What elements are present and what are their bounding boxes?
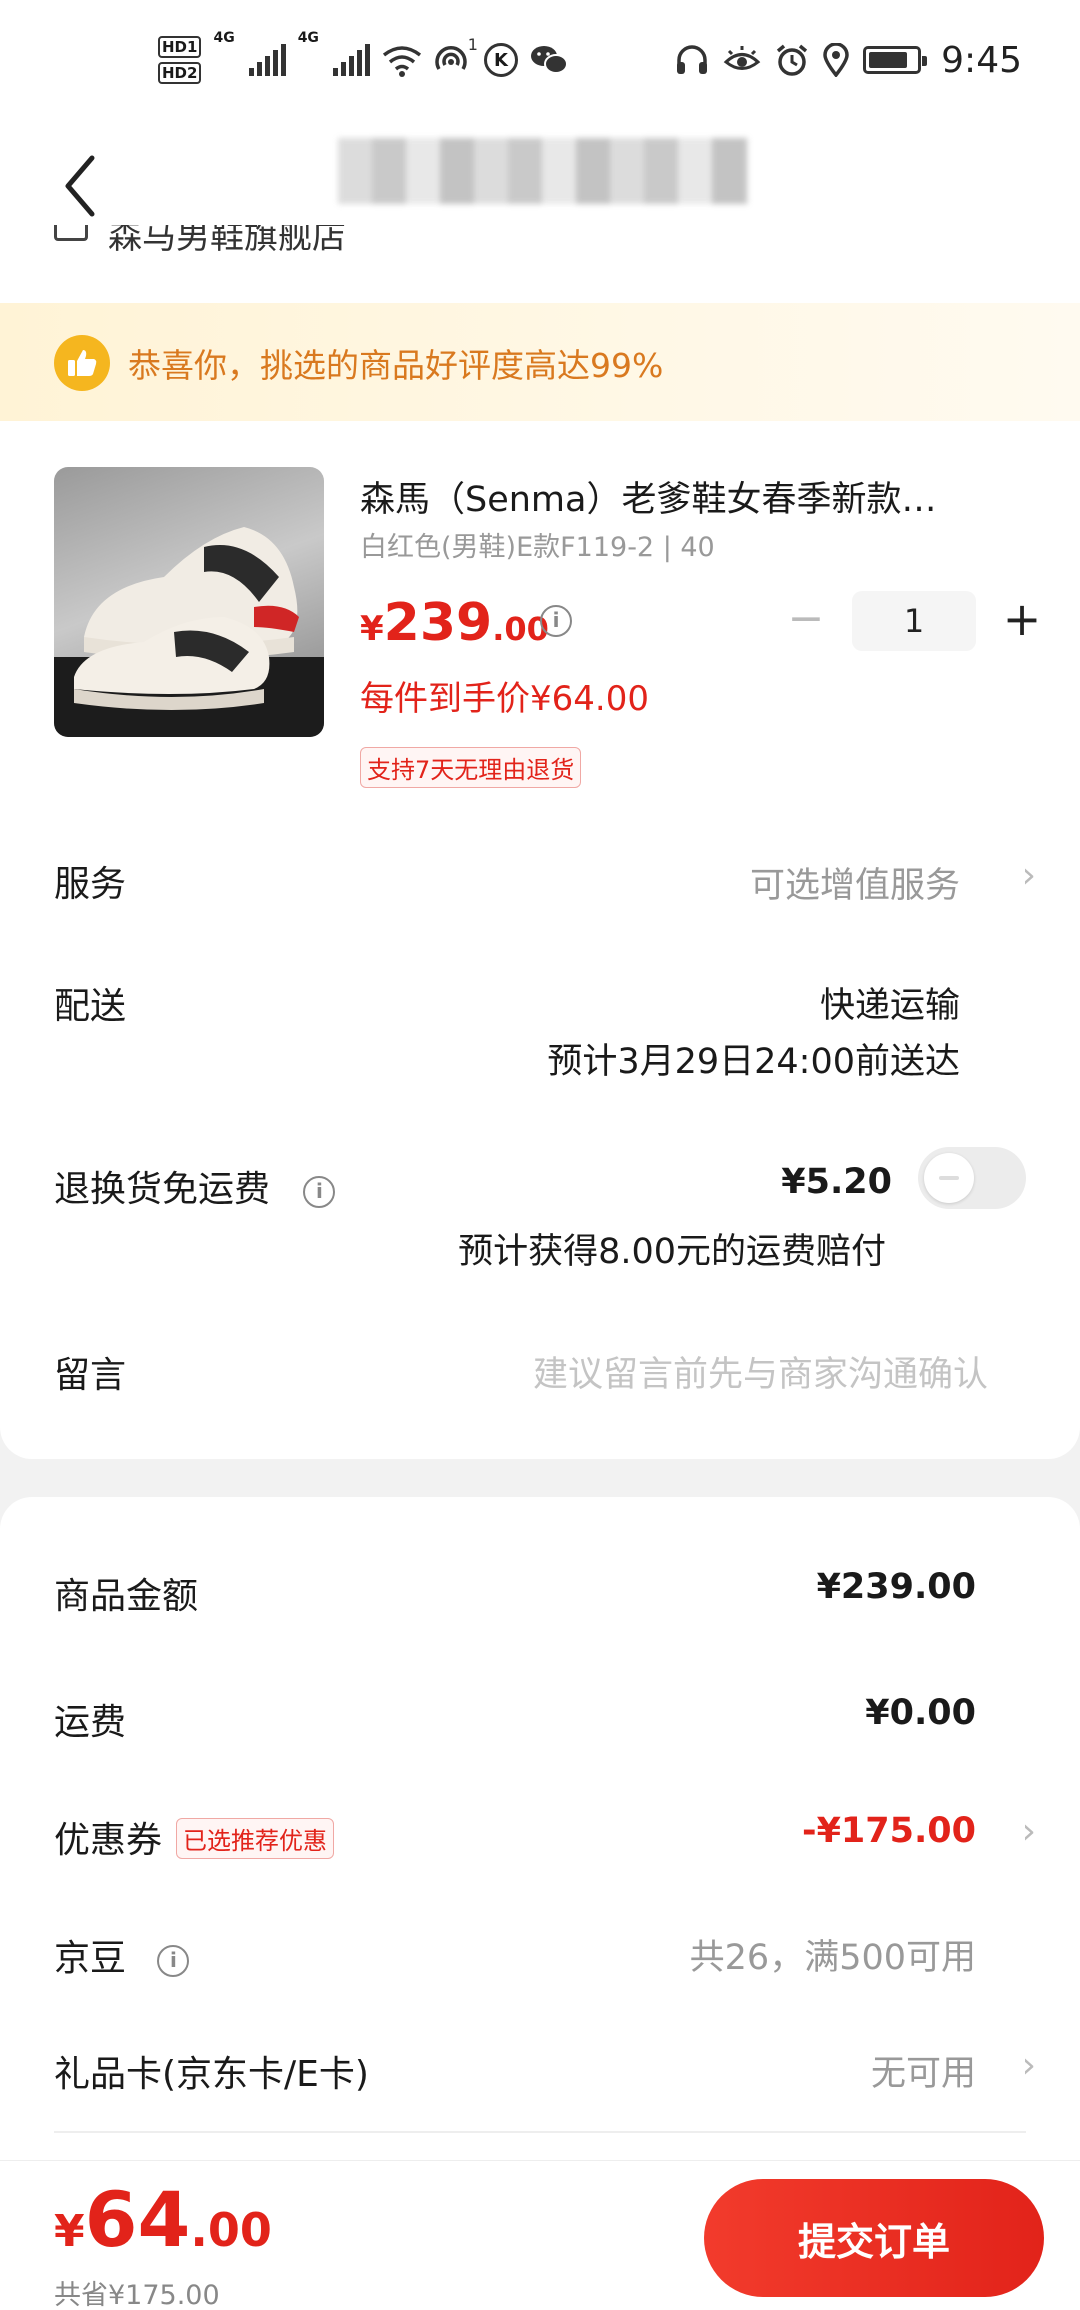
wifi-icon [382,46,421,77]
jingdou-label-text: 京豆 [54,1938,127,1979]
return-shipping-price: ¥5.20 [781,1162,892,1202]
hd1-icon: HD1 [158,36,202,58]
service-chevron-right-icon[interactable]: › [1022,855,1036,896]
hotspot-count: 1 [467,35,478,54]
return-shipping-label: 退换货免运费 i [54,1160,336,1212]
divider [54,2131,1026,2133]
store-header[interactable]: 森马男鞋旗舰店 [0,225,1080,303]
product-title[interactable]: 森馬（Senma）老爹鞋女春季新款… [360,471,1000,522]
delivery-eta: 预计3月29日24:00前送达 [547,1042,960,1082]
coupon-label: 优惠券 已选推荐优惠 [54,1811,335,1863]
battery-level-fill [869,52,908,68]
signal-icon-2 [332,44,370,76]
order-confirm-screen: HD1 HD2 4G 4G 1 K 9:45 森马男鞋旗舰店 恭喜你，挑选的商品… [0,0,1080,2310]
jingdou-label: 京豆 i [54,1929,190,1981]
battery-icon [863,46,928,74]
service-value[interactable]: 可选增值服务 [750,857,960,908]
product-price: ¥239.00 [360,593,549,653]
eye-comfort-icon [723,46,761,70]
signal-icon [248,44,286,76]
delivery-label: 配送 [54,986,127,1027]
product-sku[interactable]: 白红色(男鞋)E款F119-2 | 40 [360,525,715,564]
return-shipping-toggle[interactable] [918,1147,1026,1209]
giftcard-value[interactable]: 无可用 [871,2045,976,2096]
message-label: 留言 [54,1355,127,1396]
submit-order-button[interactable]: 提交订单 [704,2179,1044,2297]
location-icon [823,43,849,77]
return-shipping-note: 预计获得8.00元的运费赔付 [458,1232,886,1272]
price-integer: 239 [383,593,493,653]
product-image[interactable] [54,467,324,737]
total-saved: 共省¥175.00 [54,2280,220,2310]
coupon-value[interactable]: -¥175.00 [802,1811,976,1851]
goods-amount-label: 商品金额 [54,1576,199,1617]
price-summary-card: 商品金额 ¥239.00 运费 ¥0.00 优惠券 已选推荐优惠 -¥175.00… [0,1497,1080,2197]
goods-amount-value: ¥239.00 [816,1567,976,1607]
k-app-icon: K [483,43,518,77]
giftcard-chevron-right-icon[interactable]: › [1022,2045,1036,2086]
wechat-icon [530,46,568,74]
price-currency: ¥ [360,609,384,649]
alarm-icon [777,44,808,76]
toggle-knob [924,1153,974,1203]
checkout-bar: ¥64.00 共省¥175.00 提交订单 [0,2160,1080,2310]
hotspot-icon: 1 [434,35,478,77]
jingdou-value: 共26，满500可用 [689,1938,976,1978]
back-chevron-left-icon[interactable] [56,146,106,226]
return-policy-tag: 支持7天无理由退货 [360,747,582,788]
banner-text: 恭喜你，挑选的商品好评度高达99% [128,346,664,385]
coupon-label-text: 优惠券 [54,1820,163,1861]
headphones-icon [677,45,708,74]
quantity-minus-button[interactable]: − [786,591,826,651]
total-price: ¥64.00 [54,2175,272,2264]
total-integer: 64 [84,2175,191,2264]
network-type-label: 4G [213,30,235,46]
hd-icons: HD1 HD2 [158,36,202,84]
freight-value: ¥0.00 [865,1693,976,1733]
message-input[interactable]: 建议留言前先与商家沟通确认 [533,1346,988,1397]
status-bar: HD1 HD2 4G 4G 1 K 9:45 [0,0,1080,120]
return-shipping-label-text: 退换货免运费 [54,1169,271,1210]
coupon-selected-tag: 已选推荐优惠 [176,1817,335,1859]
return-shipping-info-icon[interactable]: i [303,1176,336,1208]
total-decimal: .00 [190,2203,272,2257]
hd2-icon: HD2 [158,62,202,84]
jingdou-info-icon[interactable]: i [157,1945,190,1977]
status-right: 9:45 [675,30,1022,90]
each-price: 每件到手价¥64.00 [360,679,649,719]
freight-label: 运费 [54,1702,127,1743]
thumbs-up-icon [54,335,110,391]
status-time: 9:45 [941,39,1022,81]
price-info-icon[interactable]: i [540,605,572,637]
delivery-method[interactable]: 快递运输 [820,977,960,1028]
store-name: 森马男鞋旗舰店 [108,225,346,257]
service-label: 服务 [54,864,127,905]
store-icon [54,225,88,241]
page-title-blurred [338,138,748,204]
rating-banner: 恭喜你，挑选的商品好评度高达99% [0,303,1080,421]
total-currency: ¥ [54,2206,85,2257]
quantity-input[interactable]: 1 [852,591,976,651]
quantity-stepper: − 1 + [786,591,1042,651]
network-type-label-2: 4G [297,30,319,46]
giftcard-label: 礼品卡(京东卡/E卡) [54,2054,369,2095]
status-left: HD1 HD2 4G 4G 1 K [158,30,568,90]
quantity-plus-button[interactable]: + [1002,591,1042,651]
order-card: 森馬（Senma）老爹鞋女春季新款… 白红色(男鞋)E款F119-2 | 40 … [0,421,1080,1459]
coupon-chevron-right-icon[interactable]: › [1022,1811,1036,1852]
